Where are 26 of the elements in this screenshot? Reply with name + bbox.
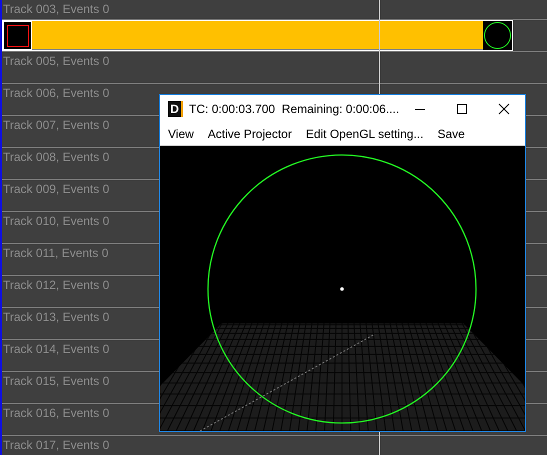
close-icon <box>498 103 510 115</box>
track-label: Track 007, Events 0 <box>3 118 110 132</box>
menu-item[interactable]: Save <box>430 127 472 141</box>
track-label: Track 005, Events 0 <box>3 54 110 68</box>
track-label: Track 008, Events 0 <box>3 150 110 164</box>
track-label: Track 011, Events 0 <box>3 246 108 260</box>
start-marker-icon <box>4 22 31 49</box>
app-icon: D <box>168 101 184 117</box>
track-label: Track 016, Events 0 <box>3 406 110 420</box>
track-label: Track 006, Events 0 <box>3 86 110 100</box>
track-label: Track 010, Events 0 <box>3 214 110 228</box>
menu-item[interactable]: Edit OpenGL setting... <box>298 127 430 141</box>
center-dot <box>340 287 344 291</box>
track-label: Track 013, Events 0 <box>3 310 110 324</box>
track-label: Track 003, Events 0 <box>3 2 110 16</box>
track-label: Track 017, Events 0 <box>3 438 110 452</box>
track-label: Track 009, Events 0 <box>3 182 110 196</box>
end-marker-icon <box>483 21 512 50</box>
event-clip[interactable] <box>2 20 513 51</box>
menu-item[interactable]: View <box>161 127 201 141</box>
track-label: Track 012, Events 0 <box>3 278 110 292</box>
track-label: Track 014, Events 0 <box>3 342 110 356</box>
maximize-icon <box>456 103 468 115</box>
menu-item[interactable]: Active Projector <box>200 127 299 141</box>
track-label: Track 015, Events 0 <box>3 374 110 388</box>
window-title: TC: 0:00:03.700 Remaining: 0:00:06.... <box>189 102 400 116</box>
